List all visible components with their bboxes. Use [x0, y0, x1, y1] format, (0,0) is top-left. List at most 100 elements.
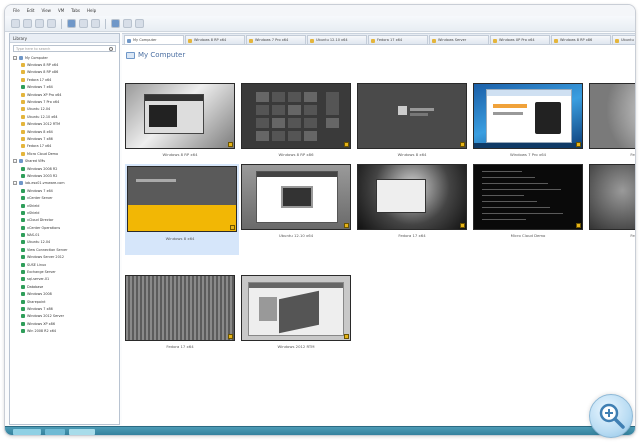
tab-vm-3[interactable]: Ubuntu 12.10 x64 [307, 35, 367, 44]
tree-item[interactable]: - My Computer [10, 54, 119, 61]
tree-item[interactable]: Win 2008 R2 x64 [10, 327, 119, 334]
tree-item[interactable]: NAS-01 [10, 231, 119, 238]
tab-vm-2[interactable]: Windows 7 Pro x64 [246, 35, 306, 44]
tree-item[interactable]: Ubuntu 12.04 [10, 239, 119, 246]
vm-screen-preview[interactable] [125, 275, 235, 341]
menu-view[interactable]: View [41, 8, 51, 13]
tree-item[interactable]: Ubuntu 12.10 x64 [10, 113, 119, 120]
vm-screen-preview[interactable] [357, 83, 467, 149]
vm-thumbnail[interactable]: Windows 8 x64 [125, 164, 239, 255]
tab-vm-1[interactable]: Windows 8 RP x64 [185, 35, 245, 44]
full-screen-button[interactable] [135, 19, 144, 28]
status-indicator [13, 429, 41, 435]
snapshot-manager-button[interactable] [91, 19, 100, 28]
vm-thumbnail[interactable]: Windows 2012 RTM [241, 275, 355, 359]
tree-item[interactable]: Windows 7 x64 [10, 187, 119, 194]
tree-item[interactable]: vShield [10, 202, 119, 209]
menu-tabs[interactable]: Tabs [71, 8, 80, 13]
tree-item[interactable]: Exchange Server [10, 268, 119, 275]
menu-help[interactable]: Help [87, 8, 96, 13]
vm-screen-preview[interactable] [357, 164, 467, 230]
tree-item[interactable]: - lab-esx01.vmware.com [10, 180, 119, 187]
tree-item[interactable]: Windows 2012 Server [10, 313, 119, 320]
expand-toggle-icon[interactable]: - [13, 181, 17, 186]
tab-my-computer[interactable]: My Computer [124, 35, 184, 44]
expand-toggle-icon[interactable]: - [13, 159, 17, 164]
vm-screen-preview[interactable] [241, 275, 351, 341]
tree-item[interactable]: Windows 8 x64 [10, 128, 119, 135]
tree-item[interactable]: Windows 2003 R2 [10, 172, 119, 179]
tree-item[interactable]: Windows 7 Pro x64 [10, 98, 119, 105]
vm-thumbnail[interactable]: Fedora 17 x64 [589, 83, 635, 167]
vm-thumbnail[interactable]: Windows 8 x64 [357, 83, 471, 167]
vm-screen-preview[interactable] [127, 166, 237, 232]
tree-item[interactable]: Fedora 17 x64 [10, 76, 119, 83]
tree-item[interactable]: Windows 2008 R2 [10, 165, 119, 172]
tree-item[interactable]: Windows 8 RP x86 [10, 69, 119, 76]
tree-item[interactable]: Windows XP x86 [10, 320, 119, 327]
tree-item[interactable]: Windows XP Pro x64 [10, 91, 119, 98]
tree-item[interactable]: Fedora 17 x64 [10, 143, 119, 150]
tree-item[interactable]: Micro Cloud Demo [10, 150, 119, 157]
vm-thumbnail[interactable]: Windows 8 RP x86 [241, 83, 355, 167]
vm-icon [21, 321, 25, 326]
expand-toggle-icon[interactable]: - [13, 55, 17, 60]
tree-item[interactable]: Windows 7 x64 [10, 84, 119, 91]
vm-thumbnail[interactable]: Windows 7 Pro x64 [473, 83, 587, 167]
vm-icon [21, 270, 25, 275]
tree-item[interactable]: Windows 7 x86 [10, 305, 119, 312]
vm-status-icon [228, 334, 233, 339]
menu-file[interactable]: File [13, 8, 20, 13]
suspend-button[interactable] [23, 19, 32, 28]
menu-vm[interactable]: VM [58, 8, 64, 13]
tab-vm-6[interactable]: Windows XP Pro x64 [490, 35, 550, 44]
vm-thumbnail[interactable]: Windows 8 RP x64 [125, 83, 239, 167]
tree-item[interactable]: vCloud Director [10, 217, 119, 224]
tree-item[interactable]: View Connection Server [10, 246, 119, 253]
tree-item[interactable]: Windows 7 x86 [10, 135, 119, 142]
snapshot-button[interactable] [67, 19, 76, 28]
tab-vm-4[interactable]: Fedora 17 x64 [368, 35, 428, 44]
thumbnail-bar-button[interactable] [123, 19, 132, 28]
tree-item[interactable]: Windows 2008 [10, 291, 119, 298]
tree-item[interactable]: - Shared VMs [10, 157, 119, 164]
tab-vm-5[interactable]: Windows Server [429, 35, 489, 44]
tree-item[interactable]: vCenter Operations [10, 224, 119, 231]
vm-screen-preview[interactable] [589, 164, 635, 230]
tab-vm-8[interactable]: Ubuntu 12.04 [612, 35, 635, 44]
reset-button[interactable] [47, 19, 56, 28]
library-search-input[interactable]: Type here to search [13, 45, 116, 52]
vm-screen-preview[interactable] [473, 164, 583, 230]
tab-vm-7[interactable]: Windows 8 RP x86 [551, 35, 611, 44]
vm-screen-preview[interactable] [241, 83, 351, 149]
vm-icon [21, 306, 25, 311]
tree-item[interactable]: Windows Server 2012 [10, 254, 119, 261]
vm-icon [21, 196, 25, 201]
tree-item[interactable]: sql-server-01 [10, 276, 119, 283]
vm-thumbnail[interactable]: Micro Cloud Demo [473, 164, 587, 248]
tree-item[interactable]: Windows 8 RP x64 [10, 61, 119, 68]
vm-screen-preview[interactable] [241, 164, 351, 230]
vm-thumbnail[interactable]: Fedora 17 x64 [357, 164, 471, 248]
vm-thumbnail[interactable]: Ubuntu 12.10 x64 [241, 164, 355, 248]
power-off-button[interactable] [35, 19, 44, 28]
tree-item[interactable]: SUSE Linux [10, 261, 119, 268]
vm-screen-preview[interactable] [125, 83, 235, 149]
power-on-button[interactable] [11, 19, 20, 28]
revert-snapshot-button[interactable] [79, 19, 88, 28]
tree-item[interactable]: Windows 2012 RTM [10, 121, 119, 128]
vm-thumbnail[interactable]: Fedora 17 x64 [589, 164, 635, 248]
menu-edit[interactable]: Edit [27, 8, 35, 13]
tree-item[interactable]: vCenter Server [10, 194, 119, 201]
vm-caption: Fedora 17 x64 [630, 152, 635, 157]
vm-screen-preview[interactable] [473, 83, 583, 149]
vm-thumbnail[interactable]: Fedora 17 x64 [125, 275, 239, 359]
tree-item-label: lab-esx01.vmware.com [25, 181, 65, 186]
tree-item[interactable]: vShield [10, 209, 119, 216]
vm-screen-preview[interactable] [589, 83, 635, 149]
tree-item[interactable]: Ubuntu 12.04 [10, 106, 119, 113]
tree-item[interactable]: Database [10, 283, 119, 290]
library-toggle-button[interactable] [111, 19, 120, 28]
tree-item[interactable]: Sharepoint [10, 298, 119, 305]
zoom-icon[interactable] [589, 394, 633, 438]
